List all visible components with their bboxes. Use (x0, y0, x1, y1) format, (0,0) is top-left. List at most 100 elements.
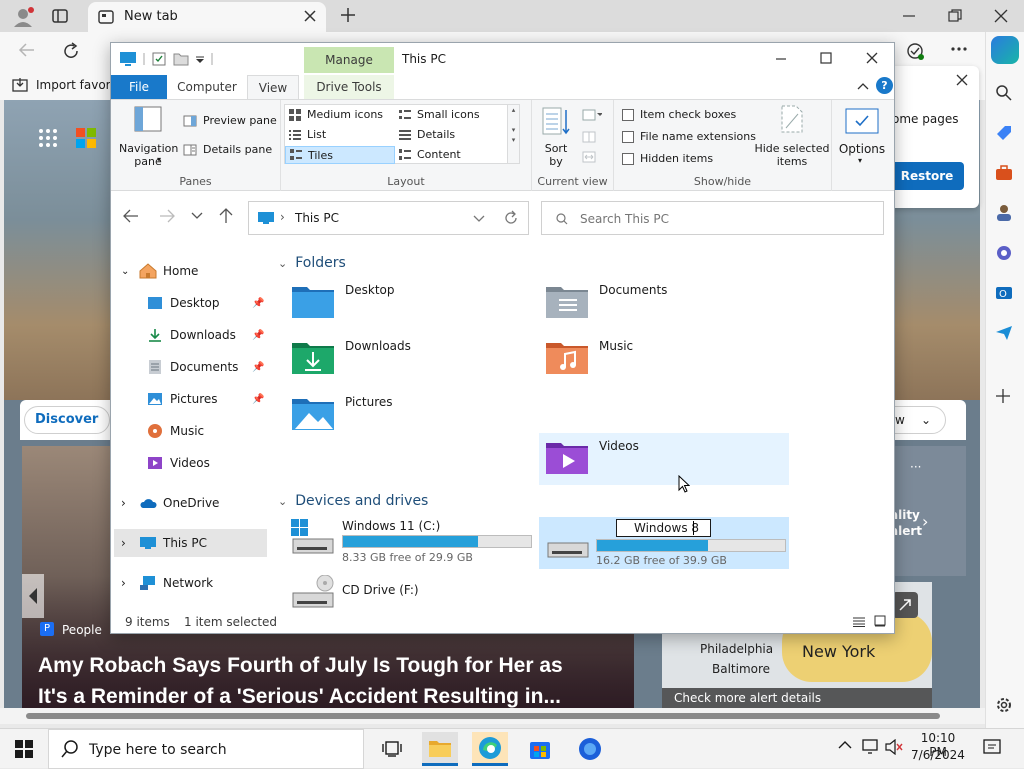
close-tab-icon[interactable] (304, 10, 316, 22)
size-columns-icon[interactable] (582, 150, 602, 164)
task-view-icon[interactable] (374, 732, 410, 766)
clock-date[interactable]: 7/6/2024 (910, 748, 966, 762)
folder-tile-music[interactable]: Music (545, 339, 633, 375)
search-icon[interactable] (995, 84, 1013, 102)
file-explorer-taskbar-icon[interactable] (422, 732, 458, 766)
close-popup-icon[interactable] (956, 74, 968, 86)
refresh-address-icon[interactable] (503, 210, 519, 226)
section-collapse-icon[interactable]: ⌄ (278, 495, 287, 508)
tools-icon[interactable] (995, 164, 1013, 182)
details-view-icon[interactable] (853, 617, 865, 627)
layout-medium-icons[interactable]: Medium icons (289, 108, 383, 121)
refresh-icon[interactable] (62, 42, 80, 60)
edge-taskbar-icon[interactable] (472, 732, 508, 766)
nav-item-network[interactable]: › Network (111, 569, 273, 597)
expand-map-icon[interactable] (892, 592, 918, 618)
layout-details[interactable]: Details (399, 128, 455, 141)
minimize-icon[interactable] (775, 53, 787, 65)
discover-tab[interactable]: Discover (24, 406, 110, 434)
taskbar-search-box[interactable]: Type here to search (48, 729, 364, 769)
properties-icon[interactable] (151, 51, 167, 67)
help-icon[interactable]: ? (876, 77, 893, 94)
breadcrumb[interactable]: This PC (295, 211, 339, 225)
restore-button[interactable]: Restore (890, 162, 964, 190)
maximize-icon[interactable] (820, 52, 832, 64)
customize-qat-icon[interactable] (195, 56, 205, 64)
new-tab-plus-icon[interactable] (340, 7, 356, 23)
folder-tile-downloads[interactable]: Downloads (291, 339, 411, 375)
send-icon[interactable] (995, 324, 1013, 342)
extensions-icon[interactable] (906, 42, 924, 60)
card-more-icon[interactable]: ··· (910, 460, 921, 474)
hide-selected-items-button[interactable]: Hide selected items (754, 104, 830, 170)
up-arrow-icon[interactable] (219, 208, 233, 224)
firefox-taskbar-icon[interactable] (572, 732, 608, 766)
preview-pane-button[interactable]: Preview pane (183, 114, 277, 127)
news-headline[interactable]: Amy Robach Says Fourth of July Is Tough … (38, 650, 628, 712)
games-icon[interactable] (995, 204, 1013, 222)
nav-item-documents[interactable]: Documents 📌 (111, 353, 273, 381)
carousel-prev-icon[interactable] (22, 574, 44, 618)
layout-content[interactable]: Content (399, 148, 461, 161)
tab-drive-tools[interactable]: Drive Tools (304, 75, 394, 99)
tab-actions-icon[interactable] (52, 8, 68, 24)
volume-muted-icon[interactable] (885, 739, 903, 755)
close-icon[interactable] (866, 52, 878, 64)
rename-field[interactable]: Windows 8 (616, 519, 711, 537)
drive-tile-c[interactable]: Windows 11 (C:) 8.33 GB free of 29.9 GB (291, 519, 536, 567)
expand-chevron-icon[interactable]: ⌄ (111, 266, 139, 277)
microsoft365-icon[interactable] (995, 244, 1013, 262)
add-sidebar-icon[interactable] (995, 388, 1011, 404)
nav-item-downloads[interactable]: Downloads 📌 (111, 321, 273, 349)
tab-file[interactable]: File (111, 75, 167, 99)
search-input[interactable] (580, 209, 870, 229)
app-launcher-icon[interactable] (38, 128, 58, 148)
more-options-icon[interactable] (950, 46, 968, 52)
search-box[interactable] (541, 201, 884, 235)
nav-item-onedrive[interactable]: › OneDrive (111, 489, 273, 517)
group-by-icon[interactable] (582, 108, 602, 122)
start-windows-icon[interactable] (15, 740, 33, 758)
nav-item-music[interactable]: Music (111, 417, 273, 445)
drive-tile-cd[interactable]: CD Drive (F:) (291, 575, 491, 611)
folder-tile-videos[interactable]: Videos (539, 433, 789, 485)
show-hidden-icons-chevron-icon[interactable] (838, 740, 852, 750)
expand-chevron-icon[interactable]: › (111, 576, 139, 590)
nav-item-this-pc[interactable]: › This PC (114, 529, 267, 557)
file-name-extensions-checkbox[interactable] (622, 130, 634, 143)
restore-browser-icon[interactable] (948, 9, 962, 23)
nav-item-home[interactable]: ⌄ Home (111, 257, 273, 285)
network-tray-icon[interactable] (862, 739, 880, 755)
nav-item-pictures[interactable]: Pictures 📌 (111, 385, 273, 413)
profile-icon[interactable] (12, 6, 34, 28)
horizontal-scrollbar[interactable] (0, 708, 985, 724)
store-taskbar-icon[interactable] (522, 732, 558, 766)
tab-view[interactable]: View (247, 75, 299, 100)
nav-item-desktop[interactable]: Desktop 📌 (111, 289, 273, 317)
copilot-icon[interactable] (991, 36, 1019, 64)
tab-computer[interactable]: Computer (171, 75, 243, 99)
item-check-boxes-toggle[interactable]: Item check boxes (622, 108, 736, 121)
item-check-boxes-checkbox[interactable] (622, 108, 634, 121)
hidden-items-toggle[interactable]: Hidden items (622, 152, 713, 165)
layout-tiles[interactable]: Tiles (285, 146, 395, 164)
collapse-ribbon-icon[interactable] (857, 81, 869, 91)
options-button[interactable]: Options ▾ (835, 108, 889, 174)
folder-tile-desktop[interactable]: Desktop (291, 283, 395, 319)
back-icon[interactable] (18, 42, 36, 58)
details-pane-button[interactable]: Details pane (183, 143, 272, 156)
shopping-icon[interactable] (995, 124, 1013, 142)
address-dropdown-icon[interactable] (473, 215, 485, 223)
file-name-extensions-toggle[interactable]: File name extensions (622, 130, 756, 143)
notifications-icon[interactable] (983, 739, 1001, 757)
large-icons-view-icon[interactable] (874, 615, 886, 627)
forward-arrow-icon[interactable] (159, 209, 175, 223)
expand-chevron-icon[interactable]: › (114, 536, 139, 550)
devices-section-header[interactable]: ⌄ Devices and drives (278, 493, 428, 509)
address-bar[interactable]: › This PC (248, 201, 529, 235)
minimize-browser-icon[interactable] (902, 10, 916, 22)
new-folder-icon[interactable] (173, 52, 189, 66)
layout-list[interactable]: List (289, 128, 326, 141)
map-details-link[interactable]: Check more alert details (674, 691, 821, 705)
tab-manage[interactable]: Manage (304, 47, 394, 73)
